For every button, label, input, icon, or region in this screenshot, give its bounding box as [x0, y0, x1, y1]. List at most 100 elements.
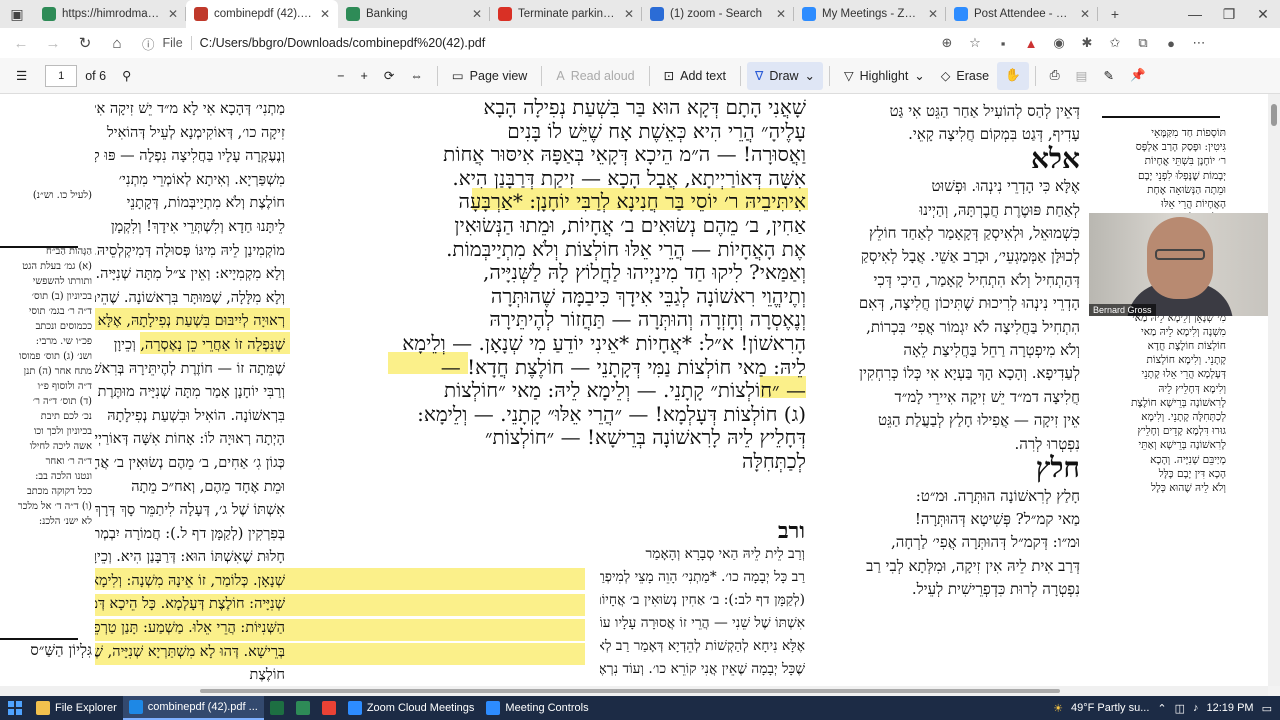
new-tab-button[interactable]: +	[1098, 0, 1132, 28]
page-view-button[interactable]: ▭ Page view	[444, 62, 536, 90]
close-window-button[interactable]: ✕	[1246, 0, 1280, 28]
chevron-down-icon[interactable]: ⌄	[914, 68, 924, 83]
extension-circle-icon[interactable]: ◉	[1046, 31, 1072, 55]
chevron-down-icon[interactable]: ⌄	[805, 68, 815, 83]
browser-tab[interactable]: (1) zoom - Search ✕	[642, 0, 794, 28]
text-line: הָאֲחָיוֹת הֲרֵי אֵלּוּ	[1161, 198, 1226, 211]
info-icon[interactable]: ⓘ	[142, 34, 155, 53]
system-tray: ☀ 49°F Partly su... ⌃ ◫ ♪ 12:19 PM ▭	[1053, 702, 1280, 715]
maximize-button[interactable]: ❐	[1212, 0, 1246, 28]
find-icon[interactable]: ⚲	[114, 62, 139, 90]
taskbar-item[interactable]: combinepdf (42).pdf ...	[122, 696, 264, 720]
browser-tab[interactable]: combinepdf (42).pdf ✕	[186, 0, 338, 28]
horizontal-scrollbar[interactable]	[0, 686, 1268, 696]
rotate-icon[interactable]: ⟳	[376, 62, 402, 90]
close-tab-icon[interactable]: ✕	[776, 7, 786, 21]
taskbar-item[interactable]	[316, 696, 342, 720]
weather-icon: ☀	[1053, 702, 1063, 715]
tab-actions-icon[interactable]: ▣	[0, 0, 34, 28]
close-tab-icon[interactable]: ✕	[168, 7, 178, 21]
taskbar-item-label: Meeting Controls	[505, 702, 589, 714]
forward-button[interactable]: →	[38, 30, 68, 56]
favorite-star-icon[interactable]: ☆	[962, 31, 988, 55]
text-line: אשה ליכה לחילו	[29, 441, 92, 452]
browser-tab[interactable]: My Meetings - Zoom ✕	[794, 0, 946, 28]
save-icon[interactable]: ▤	[1068, 62, 1096, 90]
page-number-input[interactable]: 1	[45, 64, 78, 87]
collections-icon[interactable]: ⧉	[1130, 31, 1156, 55]
extension-icon[interactable]: ▪	[990, 31, 1016, 55]
windows-start-icon[interactable]	[0, 696, 30, 720]
back-button[interactable]: ←	[6, 30, 36, 56]
leaf-icon	[42, 7, 56, 21]
browser-tab[interactable]: Post Attendee - Zoom ✕	[946, 0, 1098, 28]
more-menu-icon[interactable]: ⋯	[1186, 31, 1212, 55]
fit-page-icon[interactable]: ⇔	[402, 62, 431, 90]
favorites-icon[interactable]: ✩	[1102, 31, 1128, 55]
url-text[interactable]: C:/Users/bbgro/Downloads/combinepdf%20(4…	[200, 36, 486, 50]
taskbar-item[interactable]: Zoom Cloud Meetings	[342, 696, 481, 720]
vertical-scrollbar[interactable]	[1268, 94, 1280, 686]
profile-avatar-icon[interactable]: ●	[1158, 31, 1184, 55]
notifications-icon[interactable]: ▭	[1262, 702, 1272, 715]
browser-tab[interactable]: Banking ✕	[338, 0, 490, 28]
refresh-button[interactable]: ↻	[70, 30, 100, 56]
print-icon[interactable]: ⎙	[1042, 62, 1068, 90]
minimize-button[interactable]: —	[1178, 0, 1212, 28]
pin-toolbar-icon[interactable]: 📌	[1122, 62, 1154, 90]
text-line: רַב כָּל יְבָמָה כו׳. *מַתְנִי׳ הָוֵה מָ…	[600, 569, 805, 585]
text-line: אֶלָּא כִּי הָדְרֵי נִינְהוּ. וּפְשׁוּט	[931, 177, 1080, 196]
close-tab-icon[interactable]: ✕	[928, 7, 938, 21]
browser-tab[interactable]: https://himrodmanag ✕	[34, 0, 186, 28]
text-line: דְּעָלְמָא הֲרֵי אֵלוּ קָתָנֵי	[1141, 368, 1226, 381]
address-field[interactable]: ⓘ File C:/Users/bbgro/Downloads/combinep…	[142, 31, 932, 55]
zoom-out-button[interactable]: −	[329, 62, 352, 90]
volume-icon[interactable]: ♪	[1193, 702, 1199, 714]
zoom-icon[interactable]: ⊕	[934, 31, 960, 55]
clock[interactable]: 12:19 PM	[1207, 702, 1254, 714]
text-line: חוֹלֶצֶת	[249, 667, 285, 684]
taskbar-item[interactable]	[290, 696, 316, 720]
text-line: הָכָא דִּין יָבָם כָּלָּל	[1158, 467, 1226, 480]
text-line: לְכַתְּחִלָּה קָתָנֵי. וְלִימָא	[1141, 411, 1226, 424]
close-tab-icon[interactable]: ✕	[624, 7, 634, 21]
weather-text[interactable]: 49°F Partly su...	[1071, 702, 1149, 714]
text-line: הַשְּׁנִיּוֹת: הֲרֵי אֵלוּ. מַשְׁמַע: תָ…	[95, 620, 285, 637]
draw-button[interactable]: ∇ Draw ⌄	[747, 61, 824, 90]
zoom-video-thumbnail[interactable]: Bernard Gross	[1089, 213, 1269, 316]
hagahot-column: הַגָּהוֹת הַב״ח (א) גמ׳ בעלת הגט ותורתו לה…	[0, 244, 92, 529]
text-line: כְּגוֹן גִ׳ אַחִים, ב׳ מֵהֶם נְשׂוּאִין …	[95, 454, 285, 471]
home-button[interactable]: ⌂	[102, 30, 132, 56]
erase-label: Erase	[956, 68, 990, 83]
save-as-icon[interactable]: ✎	[1095, 62, 1121, 90]
extension-red-icon[interactable]: ▲	[1018, 31, 1044, 55]
add-text-label: Add text	[680, 68, 726, 83]
close-tab-icon[interactable]: ✕	[1080, 7, 1090, 21]
erase-button[interactable]: ◇ Erase	[933, 62, 997, 90]
ornament-divider	[0, 638, 78, 640]
text-line: לא ישנ׳ הלכנ:	[38, 516, 92, 527]
tray-chevron-icon[interactable]: ⌃	[1157, 702, 1166, 715]
taskbar-item[interactable]: Meeting Controls	[480, 696, 594, 720]
taskbar-item[interactable]: File Explorer	[30, 696, 123, 720]
zoom-in-button[interactable]: +	[353, 62, 376, 90]
browser-tab[interactable]: Terminate parking lea ✕	[490, 0, 642, 28]
network-icon[interactable]: ◫	[1175, 702, 1185, 715]
tab-label: Terminate parking lea	[518, 8, 618, 20]
gemara-column: שָׁאֲנִי הָתָם דְּקָא הוּא בַּר בִּשְׁעַ…	[370, 96, 806, 474]
puzzle-icon[interactable]: ✱	[1074, 31, 1100, 55]
pdf-page: מַתְנִי׳ דְּהָכָא אִי לָא מ״ד יֵשׁ זִיקָ…	[0, 94, 1268, 686]
close-tab-icon[interactable]: ✕	[472, 7, 482, 21]
table-of-contents-icon[interactable]: ☰	[8, 62, 35, 90]
add-text-button[interactable]: ⊡ Add text	[656, 62, 734, 90]
close-tab-icon[interactable]: ✕	[320, 7, 330, 21]
scroll-thumb[interactable]	[200, 689, 1060, 693]
taskbar-item[interactable]	[264, 696, 290, 720]
text-line: עָלֶיהָ״ הֲרֵי הִיא כְּאֵשֶׁת אָח שֶׁיֵּ…	[507, 119, 806, 143]
highlight-button[interactable]: ▽ Highlight ⌄	[836, 62, 933, 90]
text-line: לְכַתְּחִלָּה	[741, 449, 806, 473]
read-aloud-button[interactable]: A Read aloud	[548, 62, 642, 90]
scroll-thumb[interactable]	[1271, 104, 1277, 126]
text-line: לְכוּלָּן אַמְּמַגְעֵי׳, וּכְרַב אַשֵׁי.…	[860, 247, 1080, 266]
touch-write-icon[interactable]: ✋	[997, 61, 1029, 90]
